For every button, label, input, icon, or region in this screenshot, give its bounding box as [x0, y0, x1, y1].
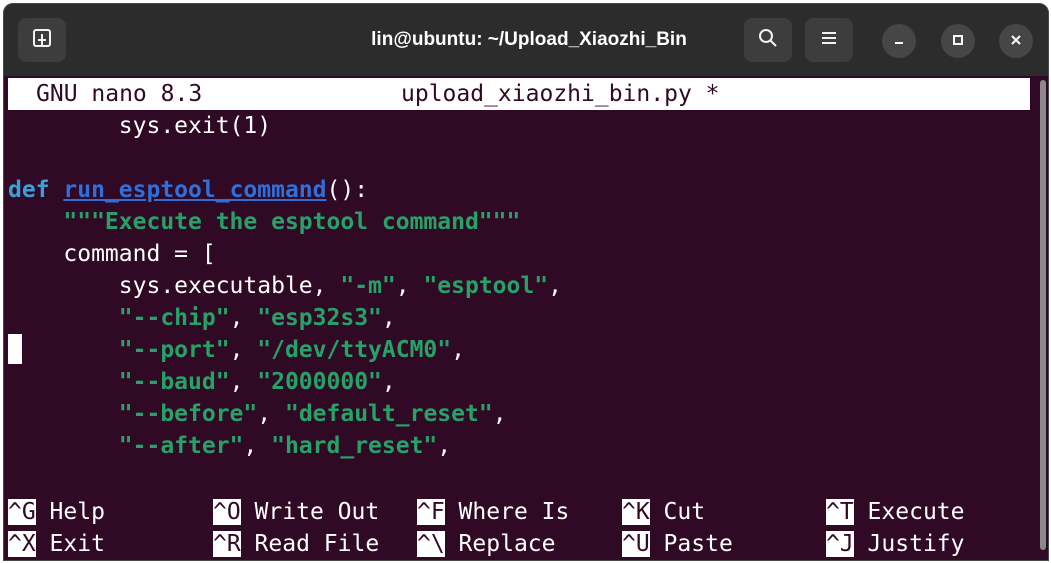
shortcut-key: ^\	[417, 531, 445, 557]
shortcut-label: Paste	[649, 531, 733, 557]
string-literal: "esptool"	[423, 273, 549, 299]
code-text: ,	[229, 369, 258, 395]
shortcut-where-is[interactable]: ^F Where Is	[417, 496, 569, 528]
shortcut-key: ^F	[417, 499, 445, 525]
shortcut-justify[interactable]: ^J Justify	[826, 528, 964, 560]
new-tab-button[interactable]	[18, 18, 66, 62]
shortcut-key: ^T	[826, 499, 854, 525]
string-literal: "--port"	[118, 337, 230, 363]
maximize-icon	[951, 32, 965, 51]
maximize-button[interactable]	[941, 24, 975, 58]
minimize-button[interactable]	[882, 24, 916, 58]
string-literal: "hard_reset"	[271, 433, 438, 459]
new-tab-icon	[31, 27, 53, 53]
shortcut-key: ^R	[213, 531, 241, 557]
code-text: ,	[451, 337, 465, 363]
code-text: ,	[381, 369, 396, 395]
string-literal: "--baud"	[118, 369, 230, 395]
shortcut-label: Justify	[853, 531, 965, 557]
code-line-11: "--after", "hard_reset",	[8, 430, 451, 462]
shortcut-label: Exit	[35, 531, 105, 557]
text-cursor	[8, 334, 22, 364]
code-line-1: sys.exit(1)	[8, 113, 272, 139]
code-line-6: sys.executable, "-m", "esptool",	[8, 270, 562, 302]
code-text: ,	[437, 433, 452, 459]
terminal-area[interactable]: GNU nano 8.3 upload_xiaozhi_bin.py * sys.…	[4, 76, 1048, 560]
close-button[interactable]	[999, 24, 1033, 58]
shortcut-paste[interactable]: ^U Paste	[622, 528, 733, 560]
scrollbar[interactable]	[1040, 80, 1046, 550]
code-text: ,	[548, 273, 562, 299]
terminal-window: lin@ubuntu: ~/Upload_Xiaozhi_Bin GNU nan…	[3, 3, 1049, 561]
code-text: ,	[257, 401, 285, 427]
string-literal: "--after"	[118, 433, 244, 459]
close-icon	[1009, 32, 1023, 51]
hamburger-menu-icon	[819, 29, 839, 51]
code-line-10: "--before", "default_reset",	[8, 398, 507, 430]
code-text: ():	[326, 177, 369, 203]
minimize-icon	[892, 32, 906, 51]
nano-filename: upload_xiaozhi_bin.py *	[401, 81, 720, 107]
shortcut-help[interactable]: ^G Help	[8, 496, 105, 528]
code-line-9: "--baud", "2000000",	[8, 366, 396, 398]
code-text: ,	[243, 433, 272, 459]
code-text: ,	[395, 273, 424, 299]
shortcut-key: ^G	[8, 499, 36, 525]
code-text: ,	[229, 337, 258, 363]
docstring: """Execute the esptool command"""	[63, 209, 521, 235]
shortcut-label: Execute	[853, 499, 965, 525]
shortcut-label: Read File	[240, 531, 380, 557]
code-line-4: """Execute the esptool command"""	[8, 206, 520, 238]
shortcut-key: ^J	[826, 531, 854, 557]
string-literal: "--chip"	[118, 305, 230, 331]
shortcut-key: ^O	[213, 499, 241, 525]
shortcut-key: ^K	[622, 499, 650, 525]
shortcut-key: ^U	[622, 531, 650, 557]
title-bar[interactable]: lin@ubuntu: ~/Upload_Xiaozhi_Bin	[4, 4, 1048, 76]
shortcut-execute[interactable]: ^T Execute	[826, 496, 964, 528]
code-text: sys.executable,	[8, 273, 341, 299]
shortcut-exit[interactable]: ^X Exit	[8, 528, 105, 560]
code-line-7: "--chip", "esp32s3",	[8, 302, 396, 334]
nano-version: GNU nano 8.3	[36, 81, 203, 107]
keyword-def: def	[8, 177, 50, 203]
code-line-8: "--port", "/dev/ttyACM0",	[8, 334, 465, 366]
code-text: ,	[492, 401, 507, 427]
string-literal: "default_reset"	[284, 401, 493, 427]
nano-header: GNU nano 8.3 upload_xiaozhi_bin.py *	[8, 78, 1030, 110]
code-line-3: def run_esptool_command():	[8, 174, 368, 206]
string-literal: "--before"	[118, 401, 258, 427]
shortcut-replace[interactable]: ^\ Replace	[417, 528, 555, 560]
shortcut-cut[interactable]: ^K Cut	[622, 496, 705, 528]
code-text: ,	[381, 305, 396, 331]
shortcut-write-out[interactable]: ^O Write Out	[213, 496, 379, 528]
function-name: run_esptool_command	[63, 177, 327, 203]
code-line-5: command = [	[8, 241, 216, 267]
string-literal: "esp32s3"	[257, 305, 382, 331]
shortcut-label: Write Out	[240, 499, 380, 525]
string-literal: "-m"	[340, 273, 396, 299]
shortcut-label: Cut	[649, 499, 706, 525]
shortcut-key: ^X	[8, 531, 36, 557]
shortcut-label: Replace	[444, 531, 556, 557]
code-text: ,	[229, 305, 258, 331]
search-icon	[757, 27, 779, 53]
string-literal: "2000000"	[257, 369, 382, 395]
search-button[interactable]	[744, 18, 792, 62]
shortcut-label: Help	[35, 499, 105, 525]
shortcut-label: Where Is	[444, 499, 570, 525]
menu-button[interactable]	[805, 18, 853, 62]
shortcut-read-file[interactable]: ^R Read File	[213, 528, 379, 560]
string-literal: "/dev/ttyACM0"	[257, 337, 452, 363]
